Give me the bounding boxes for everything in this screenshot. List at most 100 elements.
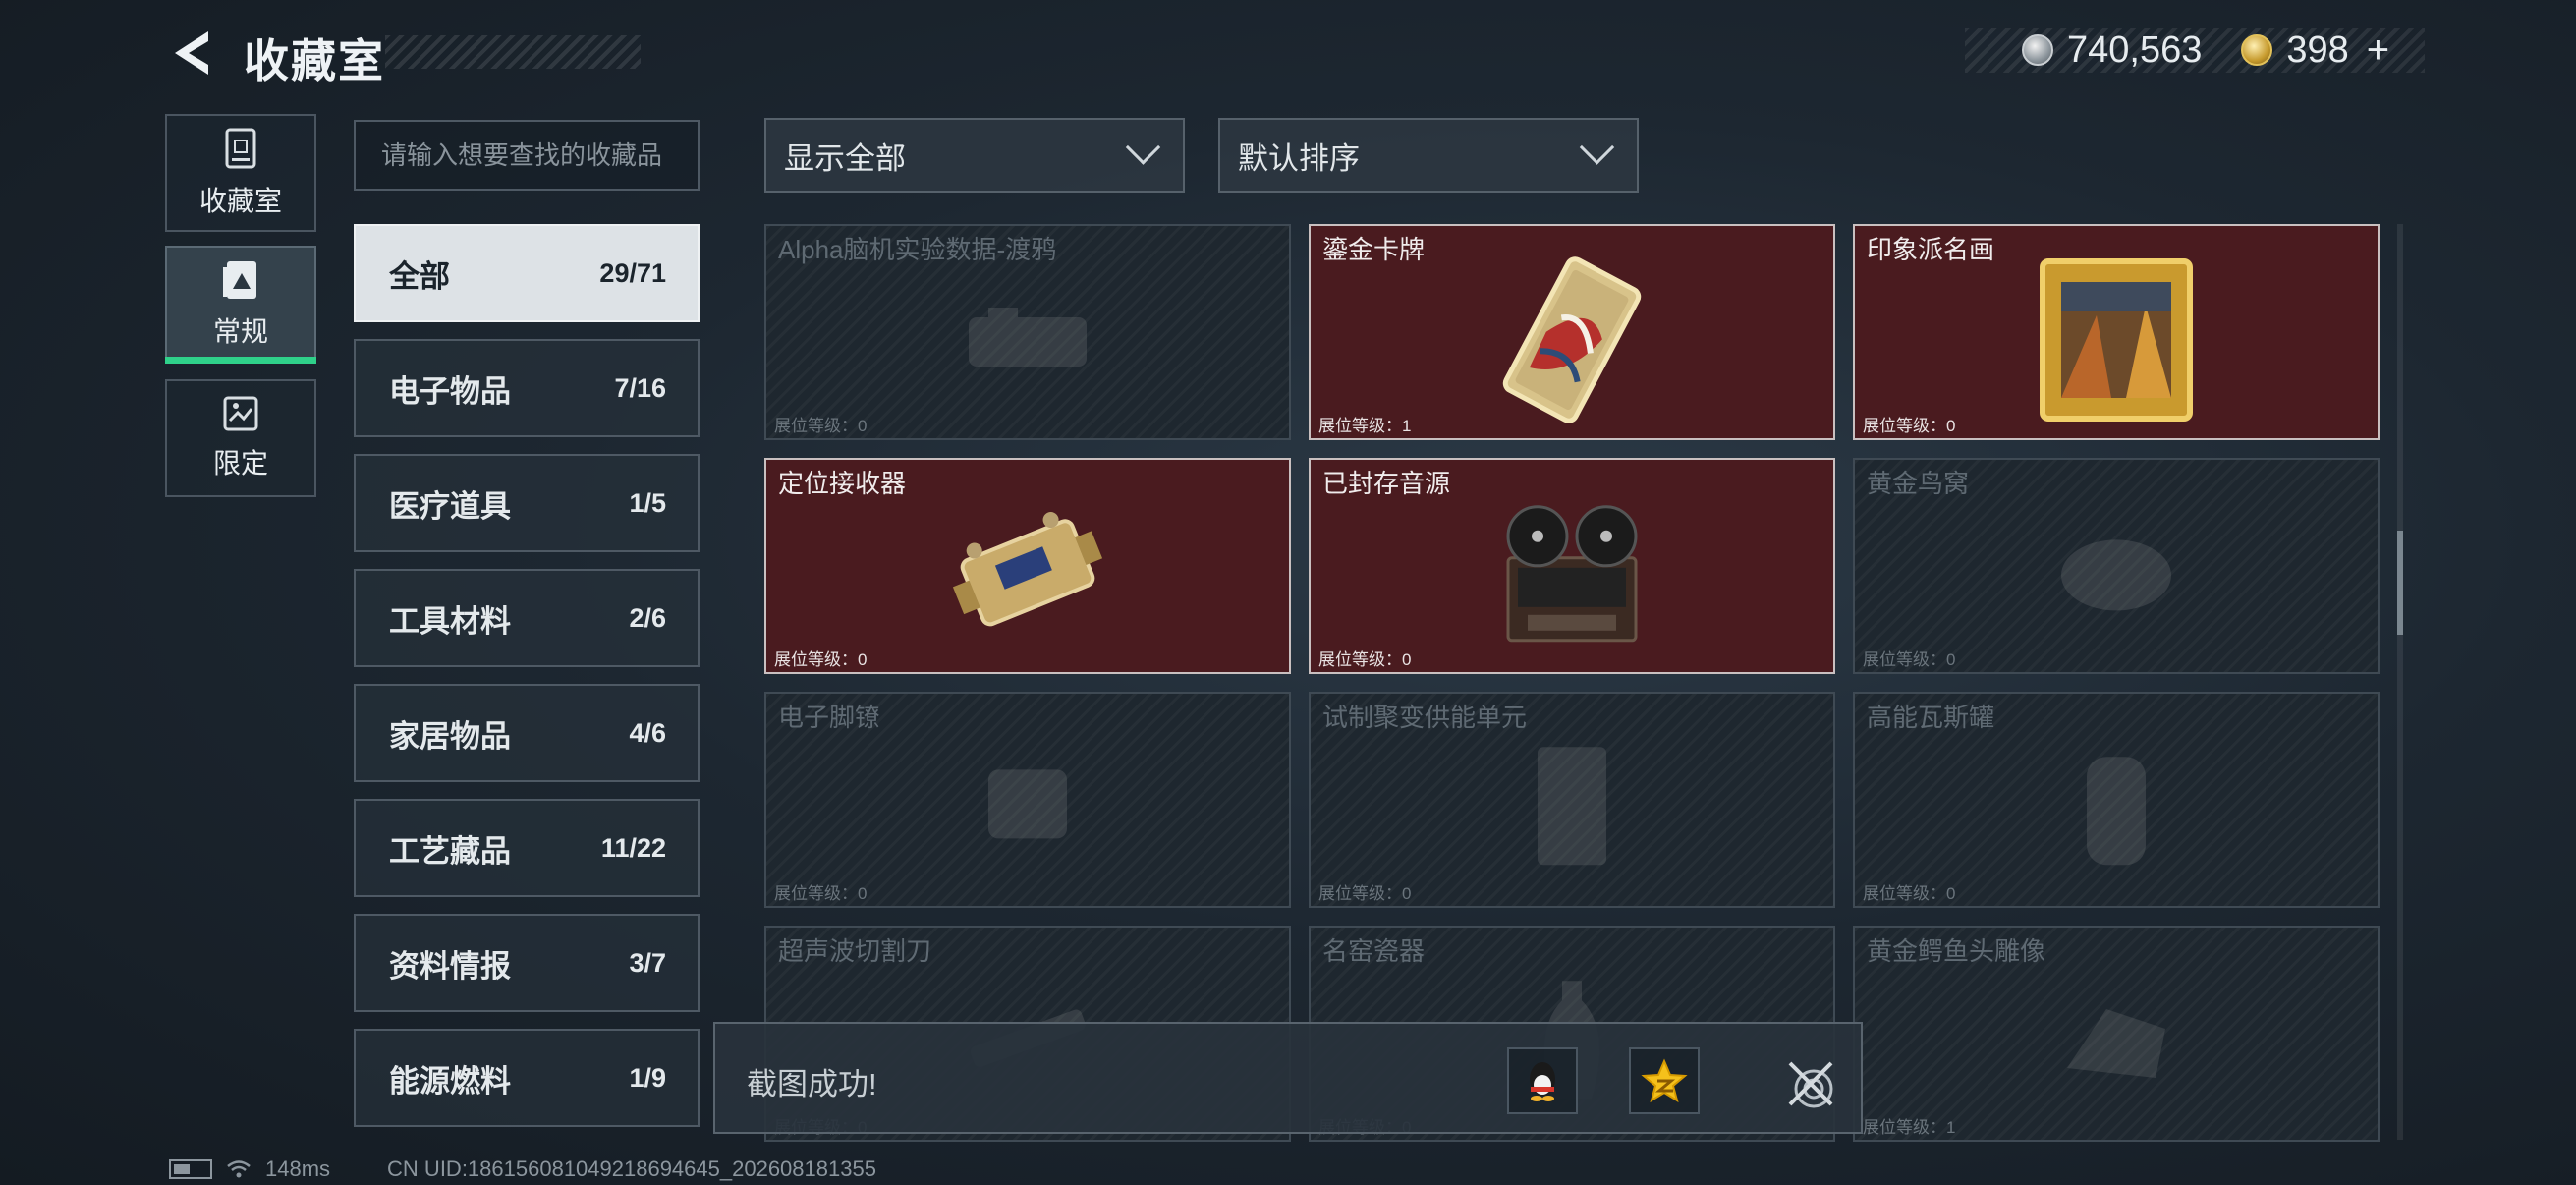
category-household[interactable]: 家居物品 4/6 <box>354 684 700 782</box>
gold-coin-icon <box>2241 34 2273 66</box>
item-name: 高能瓦斯罐 <box>1867 703 1995 732</box>
silver-coin-icon <box>2022 34 2053 66</box>
grid-scrollbar-thumb[interactable] <box>2397 531 2403 635</box>
item-name: 印象派名画 <box>1867 235 1995 264</box>
toast-message: 截图成功! <box>747 1067 877 1101</box>
sort-dropdown[interactable]: 默认排序 <box>1218 118 1639 193</box>
category-count: 1/5 <box>629 487 666 518</box>
qzone-star-icon <box>1641 1058 1688 1103</box>
close-icon <box>1788 1061 1833 1108</box>
category-all[interactable]: 全部 29/71 <box>354 224 700 322</box>
item-name: 鎏金卡牌 <box>1322 235 1426 264</box>
item-level: 展位等级：0 <box>1318 650 1412 669</box>
item-card[interactable]: 高能瓦斯罐 展位等级：0 <box>1853 692 2380 908</box>
item-level: 展位等级：0 <box>774 417 868 435</box>
category-medical[interactable]: 医疗道具 1/5 <box>354 454 700 552</box>
item-card[interactable]: 黄金鳄鱼头雕像 展位等级：1 <box>1853 926 2380 1142</box>
category-label: 全部 <box>389 258 450 294</box>
category-label: 工艺藏品 <box>389 833 511 869</box>
golden-nest-icon <box>2047 516 2185 629</box>
display-filter-dropdown[interactable]: 显示全部 <box>764 118 1185 193</box>
user-uid: CN UID:18615608104921869464​5_2026081813… <box>387 1157 876 1181</box>
framed-painting-icon <box>2038 256 2195 428</box>
item-card[interactable]: Alpha脑机实验数据-渡鸦 展位等级：0 <box>764 224 1291 440</box>
item-card[interactable]: 印象派名画 展位等级：0 <box>1853 224 2380 440</box>
category-label: 资料情报 <box>389 948 511 984</box>
category-label: 医疗道具 <box>389 488 511 524</box>
item-card[interactable]: 已封存音源 展位等级：0 <box>1309 458 1835 674</box>
item-card[interactable]: 试制聚变供能单元 展位等级：0 <box>1309 692 1835 908</box>
fusion-cell-icon <box>1518 737 1626 879</box>
category-count: 1/9 <box>629 1062 666 1093</box>
item-name: 黄金鳄鱼头雕像 <box>1867 936 2046 966</box>
sort-value: 默认排序 <box>1238 141 1360 176</box>
category-fuel[interactable]: 能源燃料 1/9 <box>354 1029 700 1127</box>
battery-icon <box>169 1159 212 1179</box>
item-level: 展位等级：1 <box>1318 417 1412 435</box>
golden-crocodile-icon <box>2047 980 2185 1102</box>
nav-item-collection-room[interactable]: 收藏室 <box>165 114 316 232</box>
add-currency-button[interactable]: + <box>2367 28 2389 73</box>
display-filter-value: 显示全部 <box>784 141 906 176</box>
status-footer: 148ms CN UID:18615608104921869464​5_2026… <box>169 1156 876 1183</box>
nav-item-limited[interactable]: 限定 <box>165 379 316 497</box>
back-arrow-icon <box>175 31 208 75</box>
cabinet-icon <box>225 128 256 169</box>
item-name: Alpha脑机实验数据-渡鸦 <box>778 235 1057 264</box>
item-level: 展位等级：0 <box>1863 650 1956 669</box>
collection-card-icon <box>223 261 256 299</box>
chevron-down-icon <box>1125 129 1161 165</box>
category-electronics[interactable]: 电子物品 7/16 <box>354 339 700 437</box>
nav-label: 常规 <box>212 316 268 347</box>
category-tools[interactable]: 工具材料 2/6 <box>354 569 700 667</box>
gilded-card-icon <box>1479 256 1665 428</box>
item-card[interactable]: 黄金鸟窝 展位等级：0 <box>1853 458 2380 674</box>
item-name: 名窑瓷器 <box>1322 936 1426 966</box>
qq-penguin-icon <box>1530 1062 1555 1101</box>
screenshot-toast: 截图成功! <box>713 1022 1863 1134</box>
item-name: 已封存音源 <box>1322 469 1451 498</box>
gps-receiver-icon <box>939 499 1116 651</box>
category-count: 2/6 <box>629 602 666 633</box>
nav-item-regular[interactable]: 常规 <box>165 246 316 364</box>
ping-value: 148ms <box>265 1157 331 1181</box>
category-count: 7/16 <box>614 372 666 403</box>
category-label: 能源燃料 <box>389 1063 511 1099</box>
ankle-monitor-icon <box>969 750 1087 863</box>
wifi-icon <box>227 1160 251 1178</box>
category-intel[interactable]: 资料情报 3/7 <box>354 914 700 1012</box>
data-drive-icon <box>949 278 1106 401</box>
item-name: 电子脚镣 <box>778 703 881 732</box>
category-crafts[interactable]: 工艺藏品 11/22 <box>354 799 700 897</box>
item-level: 展位等级：0 <box>1863 417 1956 435</box>
search-box[interactable] <box>354 120 700 191</box>
nav-label: 收藏室 <box>198 186 282 216</box>
back-button[interactable] <box>165 28 224 79</box>
item-card[interactable]: 电子脚镣 展位等级：0 <box>764 692 1291 908</box>
close-toast-button[interactable] <box>1784 1057 1839 1112</box>
item-card[interactable]: 鎏金卡牌 展位等级：1 <box>1309 224 1835 440</box>
item-level: 展位等级：0 <box>774 650 868 669</box>
limited-map-icon <box>223 396 258 431</box>
category-count: 29/71 <box>599 257 666 288</box>
item-level: 展位等级：0 <box>1318 884 1412 903</box>
category-count: 11/22 <box>600 832 666 863</box>
item-card[interactable]: 定位接收器 展位等级：0 <box>764 458 1291 674</box>
category-count: 3/7 <box>629 947 666 978</box>
nav-label: 限定 <box>212 448 268 479</box>
page-title: 收藏室 <box>244 35 385 86</box>
chevron-down-icon <box>1579 129 1615 165</box>
search-input[interactable] <box>356 122 698 189</box>
reel-tape-recorder-icon <box>1488 499 1655 651</box>
share-qzone-button[interactable] <box>1629 1047 1700 1114</box>
category-count: 4/6 <box>629 717 666 748</box>
item-name: 超声波切割刀 <box>778 936 932 966</box>
item-level: 展位等级：0 <box>774 884 868 903</box>
title-decoration <box>385 35 641 69</box>
share-qq-button[interactable] <box>1507 1047 1578 1114</box>
item-name: 黄金鸟窝 <box>1867 469 1970 498</box>
grid-scrollbar-track[interactable] <box>2397 224 2403 1140</box>
primary-currency-value: 740,563 <box>2067 28 2203 71</box>
currency-bar: 740,563 398 + <box>1965 28 2425 73</box>
category-label: 家居物品 <box>389 718 511 754</box>
